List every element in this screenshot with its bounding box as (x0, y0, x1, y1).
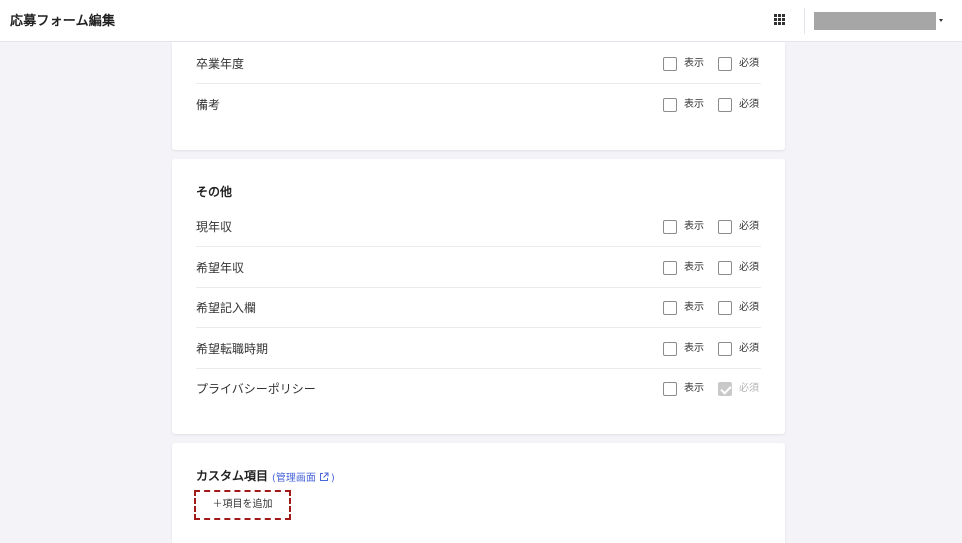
field-row-desired-change-timing: 希望転職時期 表示 必須 (196, 329, 761, 369)
field-label: 希望年収 (196, 261, 245, 275)
section-title: カスタム項目 (196, 469, 269, 483)
grid-icon[interactable] (774, 14, 785, 25)
field-label: 卒業年度 (196, 57, 245, 71)
checkbox-icon[interactable] (718, 261, 732, 275)
management-link[interactable]: (管理画面 ) (272, 469, 335, 484)
field-row-desired-salary: 希望年収 表示 必須 (196, 248, 761, 288)
field-row-remarks: 備考 表示 必須 (196, 85, 761, 125)
field-row-graduation-year: 卒業年度 表示 必須 (196, 44, 761, 84)
add-field-button[interactable]: ＋項目を追加 (194, 490, 291, 520)
show-label: 表示 (684, 343, 704, 354)
account-menu[interactable] (814, 12, 936, 30)
required-label: 必須 (739, 262, 759, 273)
education-section: 卒業年度 表示 必須 備考 表示 必須 (172, 42, 785, 150)
show-label: 表示 (684, 221, 704, 232)
page-title: 応募フォーム編集 (10, 14, 116, 29)
check-icon (718, 382, 732, 396)
field-label: 備考 (196, 98, 221, 112)
required-label: 必須 (739, 302, 759, 313)
custom-fields-section: カスタム項目 (管理画面 ) ＋項目を追加 (172, 443, 785, 543)
show-label: 表示 (684, 302, 704, 313)
topbar-divider (804, 8, 805, 34)
external-link-icon[interactable] (319, 472, 329, 482)
top-bar: 応募フォーム編集 (0, 0, 962, 42)
required-label: 必須 (739, 99, 759, 110)
checkbox-icon[interactable] (663, 98, 677, 112)
checkbox-icon[interactable] (718, 301, 732, 315)
field-row-current-salary: 現年収 表示 必須 (196, 207, 761, 247)
required-label: 必須 (739, 221, 759, 232)
caret-down-icon[interactable] (939, 19, 943, 22)
checkbox-icon[interactable] (663, 301, 677, 315)
field-label: プライバシーポリシー (196, 382, 316, 396)
show-label: 表示 (684, 383, 704, 394)
checkbox-icon[interactable] (718, 342, 732, 356)
show-label: 表示 (684, 58, 704, 69)
paren-close: ) (330, 473, 335, 484)
checkbox-icon[interactable] (718, 57, 732, 71)
field-row-privacy-policy: プライバシーポリシー 表示 必須 (196, 369, 761, 409)
field-label: 希望転職時期 (196, 342, 269, 356)
checkbox-icon[interactable] (663, 342, 677, 356)
checkbox-icon[interactable] (663, 57, 677, 71)
checkbox-icon[interactable] (663, 382, 677, 396)
required-label: 必須 (739, 343, 759, 354)
checkbox-icon[interactable] (663, 220, 677, 234)
section-title: その他 (196, 185, 233, 199)
field-label: 希望記入欄 (196, 301, 257, 315)
field-row-request-notes: 希望記入欄 表示 必須 (196, 288, 761, 328)
field-label: 現年収 (196, 220, 233, 234)
show-label: 表示 (684, 99, 704, 110)
checkbox-icon[interactable] (718, 220, 732, 234)
management-link-label[interactable]: 管理画面 (276, 473, 316, 484)
show-label: 表示 (684, 262, 704, 273)
required-label: 必須 (739, 383, 759, 394)
checkbox-icon[interactable] (718, 98, 732, 112)
checkbox-icon[interactable] (663, 261, 677, 275)
required-label: 必須 (739, 58, 759, 69)
other-section: その他 現年収 表示 必須 希望年収 表示 必須 希望記入欄 表示 必須 希望転… (172, 159, 785, 434)
